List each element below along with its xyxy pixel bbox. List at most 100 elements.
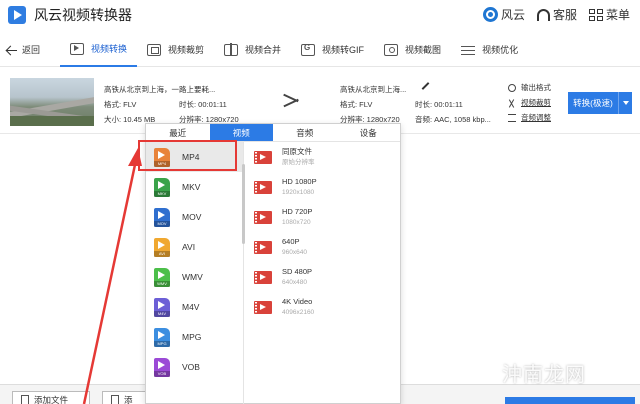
video-film-icon: [254, 180, 272, 194]
menu-grid-icon: [588, 8, 603, 21]
app-title: 风云视频转换器: [34, 7, 132, 23]
resolution-size: 960x640: [282, 248, 307, 256]
resolution-item[interactable]: 同原文件 原始分辨率: [254, 142, 394, 172]
resolution-item[interactable]: SD 480P 640x480: [254, 262, 394, 292]
mp4-highlight-box: [138, 140, 237, 171]
format-label: WMV: [182, 272, 203, 282]
tab-label: 视频转换: [91, 44, 128, 54]
resolution-size: 4096x2160: [282, 308, 315, 316]
source-file-name: 高铁从北京到上海，一路上要耗...: [104, 85, 216, 94]
format-label: VOB: [182, 362, 200, 372]
format-item-avi[interactable]: AVI AVI: [146, 232, 243, 262]
resolution-size: 640x480: [282, 278, 307, 286]
audio-adjust-option-label: 音频调整: [521, 113, 551, 122]
fengyun-account-button[interactable]: 风云: [482, 6, 525, 23]
video-film-icon: [254, 210, 272, 224]
format-item-vob[interactable]: VOB VOB: [146, 352, 243, 382]
output-duration: 时长: 00:01:11: [415, 100, 463, 109]
format-label: AVI: [182, 242, 196, 252]
gif-icon: [301, 43, 316, 56]
video-format-icon: M4V: [154, 297, 170, 317]
resolution-name: 4K Video: [282, 296, 313, 306]
format-label: MPG: [182, 332, 202, 342]
customer-service-button[interactable]: 客服: [536, 6, 577, 23]
source-duration: 时长: 00:01:11: [179, 100, 227, 109]
tab-label: 视频截图: [405, 45, 442, 55]
format-item-m4v[interactable]: M4V M4V: [146, 292, 243, 322]
menu-button[interactable]: 菜单: [588, 6, 630, 23]
resolution-name: 640P: [282, 236, 300, 246]
start-all-button[interactable]: [505, 397, 635, 404]
headset-icon: [536, 8, 550, 21]
fengyun-label: 风云: [500, 8, 525, 22]
output-file-name[interactable]: 高铁从北京到上海...: [340, 82, 491, 97]
customer-service-label: 客服: [552, 8, 577, 22]
format-label: MOV: [182, 212, 202, 222]
add-folder-button[interactable]: 添: [102, 391, 150, 404]
app-window: 风云视频转换器 风云 客服 菜单 返回 视频转换 视频裁剪 视频合并 G 视频转…: [0, 0, 640, 404]
video-format-icon: MKV: [154, 177, 170, 197]
tab-video[interactable]: 视频: [209, 124, 273, 141]
sliders-icon: [461, 44, 476, 56]
tab-video-to-gif[interactable]: 视频转GIF: [291, 33, 374, 67]
resolution-list: 同原文件原始分辨率 HD 1080P 1920x1080 HD 720P 1080x72…: [254, 142, 394, 322]
resolution-name: HD 720P: [282, 206, 313, 216]
format-option-icon: [508, 83, 516, 92]
tab-video-crop[interactable]: 视频裁剪: [137, 33, 214, 67]
resolution-name: HD 1080P: [282, 176, 317, 186]
scissors-icon: [508, 99, 516, 107]
video-format-icon: VOB: [154, 357, 170, 377]
resolution-item[interactable]: 640P 960x640: [254, 232, 394, 262]
resolution-size: 1920x1080: [282, 188, 315, 196]
convert-dropdown-icon[interactable]: [618, 92, 632, 114]
folder-icon: [111, 395, 119, 404]
merge-icon: [224, 42, 239, 56]
video-format-icon: WMV: [154, 267, 170, 287]
format-list-scrollbar[interactable]: [242, 164, 245, 244]
shuffle-icon: [283, 93, 299, 107]
add-file-label: 添加文件: [34, 395, 69, 404]
format-item-mov[interactable]: MOV MOV: [146, 202, 243, 232]
output-format-option[interactable]: 输出格式: [508, 80, 551, 95]
tab-video-optimize[interactable]: 视频优化: [451, 33, 528, 67]
output-audio: 音频: AAC, 1058 kbp...: [415, 115, 491, 124]
tab-video-merge[interactable]: 视频合并: [214, 33, 291, 67]
output-format-option-label: 输出格式: [521, 83, 551, 92]
format-item-mkv[interactable]: MKV MKV: [146, 172, 243, 202]
file-options: 输出格式 视频裁剪 音频调整: [508, 80, 551, 125]
tab-recent[interactable]: 最近: [146, 124, 210, 141]
tab-label: 视频转GIF: [322, 45, 365, 55]
audio-adjust-option[interactable]: 音频调整: [508, 110, 551, 125]
film-icon: [70, 42, 84, 55]
resolution-item[interactable]: 4K Video 4096x2160: [254, 292, 394, 322]
resolution-item[interactable]: HD 720P 1080x720: [254, 202, 394, 232]
format-item-mpg[interactable]: MPG MPG: [146, 322, 243, 352]
app-logo-icon: [8, 6, 26, 24]
convert-button-label: 转换(极速): [573, 98, 613, 108]
add-file-button[interactable]: 添加文件: [12, 391, 90, 404]
video-crop-option[interactable]: 视频裁剪: [508, 95, 551, 110]
equalizer-icon: [508, 113, 516, 122]
format-item-wmv[interactable]: WMV WMV: [146, 262, 243, 292]
tab-video-convert[interactable]: 视频转换: [60, 33, 138, 67]
convert-button[interactable]: 转换(极速): [568, 92, 632, 114]
format-label: M4V: [182, 302, 200, 312]
video-film-icon: [254, 300, 272, 314]
back-arrow-icon: [6, 45, 17, 55]
resolution-item[interactable]: HD 1080P 1920x1080: [254, 172, 394, 202]
back-button[interactable]: 返回: [0, 43, 60, 56]
tab-video-screenshot[interactable]: 视频截图: [374, 33, 451, 67]
file-icon: [21, 395, 29, 404]
video-format-icon: MOV: [154, 207, 170, 227]
resolution-size: 原始分辨率: [282, 158, 315, 166]
tab-device[interactable]: 设备: [337, 124, 401, 141]
video-crop-option-label: 视频裁剪: [521, 98, 551, 107]
tab-audio[interactable]: 音频: [273, 124, 337, 141]
menu-label: 菜单: [605, 8, 630, 22]
tab-label: 视频合并: [245, 45, 282, 55]
video-thumbnail[interactable]: [10, 78, 94, 126]
resolution-name: 同原文件: [282, 146, 312, 156]
output-format: 格式: FLV: [340, 100, 373, 109]
output-info: 高铁从北京到上海... 格式: FLV 时长: 00:01:11 分辨率: 12…: [340, 82, 491, 127]
watermark: 沖南龙网: [502, 362, 586, 386]
